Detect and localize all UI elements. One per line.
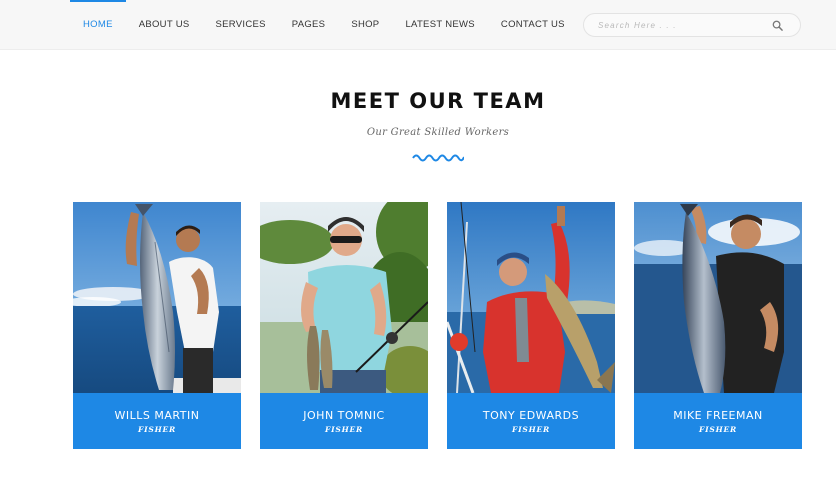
site-header: HOME ABOUT US SERVICES PAGES SHOP LATEST… bbox=[0, 0, 836, 50]
search-icon[interactable] bbox=[772, 20, 783, 31]
member-caption: MIKE FREEMAN FISHER bbox=[634, 393, 802, 449]
search-input[interactable] bbox=[598, 17, 768, 34]
member-name: JOHN TOMNIC bbox=[303, 409, 385, 422]
nav-pages[interactable]: PAGES bbox=[279, 0, 339, 50]
member-name: TONY EDWARDS bbox=[482, 409, 580, 422]
member-role: FISHER bbox=[324, 425, 364, 434]
nav-contact-us[interactable]: CONTACT US bbox=[488, 0, 578, 50]
section-subtitle: Our Great Skilled Workers bbox=[366, 127, 510, 138]
member-caption: TONY EDWARDS FISHER bbox=[447, 393, 615, 449]
team-card[interactable]: MIKE FREEMAN FISHER bbox=[634, 202, 802, 449]
team-card[interactable]: WILLS MARTIN FISHER bbox=[73, 202, 241, 449]
team-card[interactable]: TONY EDWARDS FISHER bbox=[447, 202, 615, 449]
member-role: FISHER bbox=[511, 425, 551, 434]
nav-latest-news[interactable]: LATEST NEWS bbox=[392, 0, 487, 50]
nav-shop[interactable]: SHOP bbox=[338, 0, 392, 50]
nav-about-us[interactable]: ABOUT US bbox=[126, 0, 203, 50]
member-name: MIKE FREEMAN bbox=[673, 409, 763, 422]
member-caption: WILLS MARTIN FISHER bbox=[73, 393, 241, 449]
wave-icon bbox=[412, 154, 464, 162]
member-photo bbox=[447, 202, 615, 393]
member-photo bbox=[260, 202, 428, 393]
member-caption: JOHN TOMNIC FISHER bbox=[260, 393, 428, 449]
main-nav: HOME ABOUT US SERVICES PAGES SHOP LATEST… bbox=[70, 0, 578, 50]
member-photo bbox=[634, 202, 802, 393]
member-role: FISHER bbox=[137, 425, 177, 434]
team-card[interactable]: JOHN TOMNIC FISHER bbox=[260, 202, 428, 449]
section-title: MEET OUR TEAM bbox=[330, 89, 546, 113]
nav-home[interactable]: HOME bbox=[70, 0, 126, 50]
search-box bbox=[583, 13, 801, 37]
member-photo bbox=[73, 202, 241, 393]
nav-services[interactable]: SERVICES bbox=[203, 0, 279, 50]
member-role: FISHER bbox=[698, 425, 738, 434]
member-name: WILLS MARTIN bbox=[114, 409, 200, 422]
